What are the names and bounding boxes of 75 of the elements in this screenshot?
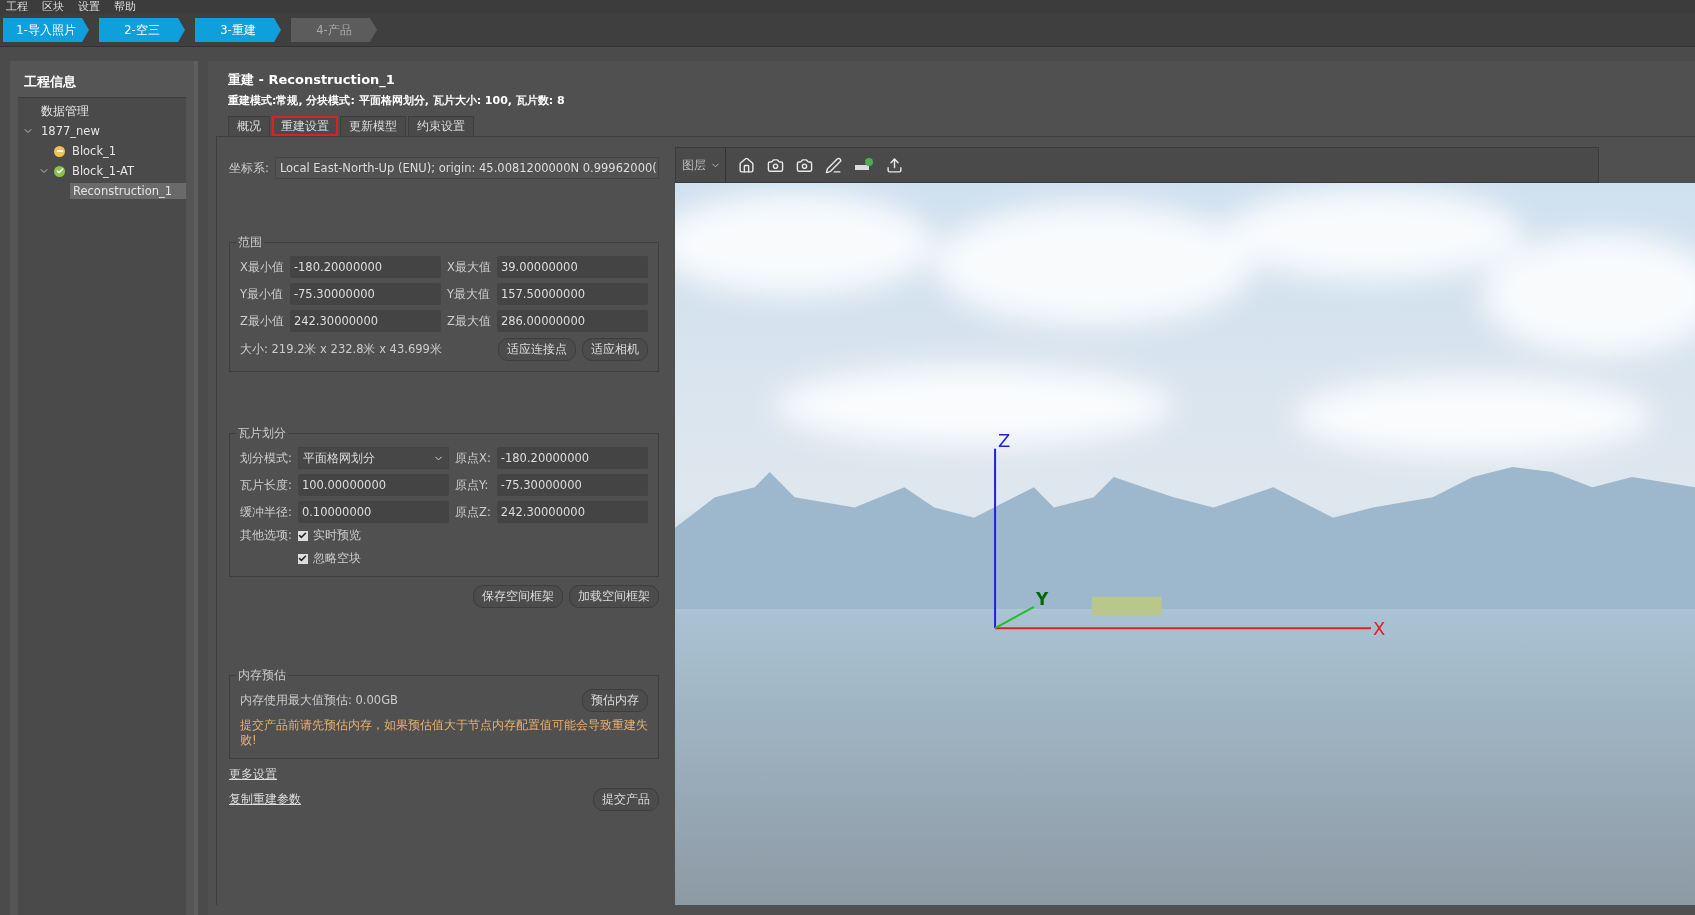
status-icon (54, 165, 65, 177)
camera-icon[interactable] (767, 156, 784, 174)
field-label: 其他选项: (240, 528, 292, 543)
checkbox-label: 忽略空块 (312, 551, 361, 566)
field-label: 划分模式: (240, 450, 292, 466)
field-label: X最大值 (447, 259, 491, 275)
fit-button[interactable]: 适应相机 (582, 338, 648, 361)
input-field[interactable]: 157.50000000 (496, 283, 648, 305)
checkbox[interactable] (297, 553, 308, 564)
tree-item[interactable]: 1877_new (38, 123, 103, 139)
field-label: 坐标系: (229, 160, 269, 176)
tab[interactable]: 更新模型 (340, 116, 406, 136)
fit-button[interactable]: 适应连接点 (498, 338, 576, 361)
field-label: 缓冲半径: (240, 504, 292, 520)
copy-link[interactable]: 复制重建参数 (229, 792, 301, 807)
page-title: 重建 - Reconstruction_1 (227, 71, 396, 90)
upload-icon[interactable] (886, 156, 903, 174)
warning-text: 提交产品前请先预估内存，如果预估值大于节点内存配置值可能会导致重建失败! (240, 718, 648, 748)
group-title: 范围 (237, 235, 263, 250)
field-label: 瓦片长度: (240, 477, 292, 493)
y-axis (994, 606, 1035, 630)
input-field[interactable]: -180.20000000 (289, 256, 441, 278)
estimate-button[interactable]: 预估内存 (582, 689, 648, 712)
checkbox-label: 实时预览 (312, 528, 361, 543)
tree-item[interactable]: Block_1-AT (69, 163, 138, 179)
field-label: 原点X: (455, 450, 491, 466)
panel-title: 工程信息 (23, 73, 77, 91)
size-text: 大小: 219.2米 x 232.8米 x 43.699米 (240, 342, 442, 357)
menu-item[interactable]: 设置 (78, 0, 100, 14)
pen-icon[interactable] (825, 156, 842, 174)
input-field[interactable]: 242.30000000 (496, 501, 648, 523)
tree-item[interactable]: Reconstruction_1 (70, 183, 186, 199)
field-label: Z最大值 (447, 313, 491, 329)
input-field[interactable]: -75.30000000 (289, 283, 441, 305)
coordinate-dropdown[interactable]: Local East-North-Up (ENU); origin: 45.0081200000N 0.99962000( (274, 157, 659, 179)
axis-label: X (1372, 618, 1386, 640)
summary-text: 重建模式:常规, 分块模式: 平面格网划分, 瓦片大小: 100, 瓦片数: 8 (227, 93, 566, 109)
status-icon (54, 145, 65, 157)
tab[interactable]: 重建设置 (272, 116, 338, 136)
menu-item[interactable]: 帮助 (114, 0, 136, 14)
field-label: 原点Z: (455, 504, 491, 520)
menu-item[interactable]: 区块 (42, 0, 64, 14)
tab[interactable]: 概况 (228, 116, 270, 136)
input-field[interactable]: 286.00000000 (496, 310, 648, 332)
tree-item[interactable]: 数据管理 (38, 102, 92, 120)
layers-label: 图层 (682, 157, 706, 173)
input-field[interactable]: 0.10000000 (297, 501, 450, 523)
estimate-text: 内存使用最大值预估: 0.00GB (240, 693, 398, 708)
input-field[interactable]: 242.30000000 (289, 310, 441, 332)
axis-label: Z (998, 429, 1011, 451)
field-label: Z最小值 (240, 313, 284, 329)
submit-button[interactable]: 提交产品 (593, 788, 659, 811)
mode-dropdown[interactable]: 平面格网划分 (297, 447, 450, 469)
group-title: 内存预估 (237, 668, 287, 683)
field-label: 原点Y: (455, 477, 490, 493)
input-field[interactable]: 100.00000000 (297, 474, 450, 496)
3d-viewport[interactable]: Z X Y (675, 183, 1695, 905)
input-field[interactable]: 39.00000000 (496, 256, 648, 278)
camera-icon[interactable] (796, 156, 813, 174)
input-field[interactable]: -75.30000000 (496, 474, 648, 496)
field-label: Y最小值 (240, 286, 284, 302)
tab[interactable]: 约束设置 (408, 116, 474, 136)
settings-link[interactable]: 更多设置 (229, 767, 277, 781)
field-label: Y最大值 (447, 286, 491, 302)
menu-item[interactable]: 工程 (6, 0, 28, 14)
tree-item[interactable]: Block_1 (69, 143, 120, 159)
frame-button[interactable]: 加载空间框架 (569, 585, 659, 608)
axis-label: Y (1035, 588, 1049, 609)
input-field[interactable]: -180.20000000 (496, 447, 648, 469)
group-title: 瓦片划分 (237, 426, 287, 441)
frame-button[interactable]: 保存空间框架 (473, 585, 563, 608)
kml-add-icon[interactable] (854, 157, 874, 173)
field-label: X最小值 (240, 259, 284, 275)
home-icon[interactable] (738, 156, 755, 174)
checkbox[interactable] (297, 530, 308, 541)
